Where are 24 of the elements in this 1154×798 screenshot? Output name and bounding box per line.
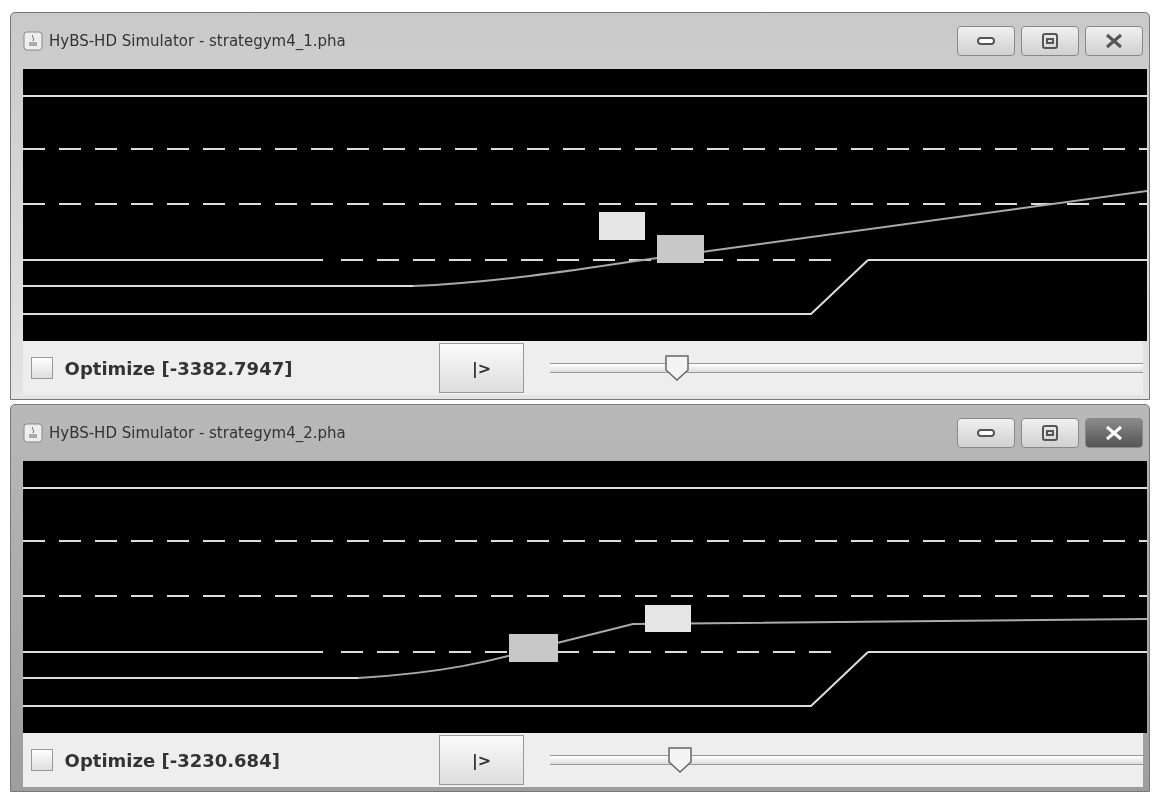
maximize-icon xyxy=(1041,32,1059,50)
minimize-icon xyxy=(976,428,996,438)
optimize-label: Optimize [-3230.684] xyxy=(64,749,281,771)
optimize-checkbox[interactable] xyxy=(31,749,53,771)
minimize-icon xyxy=(976,36,996,46)
minimize-button[interactable] xyxy=(957,26,1015,56)
optimize-label: Optimize [-3382.7947] xyxy=(64,357,294,379)
maximize-icon xyxy=(1041,424,1059,442)
optimize-checkbox[interactable] xyxy=(31,357,53,379)
slider-thumb[interactable] xyxy=(664,354,691,382)
minimize-button[interactable] xyxy=(957,418,1015,448)
app-icon xyxy=(23,31,43,51)
close-icon xyxy=(1103,33,1125,49)
maximize-button[interactable] xyxy=(1021,26,1079,56)
app-icon xyxy=(23,423,43,443)
window-title: HyBS-HD Simulator - strategym4_1.pha xyxy=(49,32,347,50)
maximize-button[interactable] xyxy=(1021,418,1079,448)
play-button[interactable]: |> xyxy=(439,735,524,785)
window-title: HyBS-HD Simulator - strategym4_2.pha xyxy=(49,424,347,442)
close-button[interactable] xyxy=(1085,418,1143,448)
slider-thumb[interactable] xyxy=(667,746,694,774)
close-button[interactable] xyxy=(1085,26,1143,56)
close-icon xyxy=(1103,425,1125,441)
play-button[interactable]: |> xyxy=(439,343,524,393)
